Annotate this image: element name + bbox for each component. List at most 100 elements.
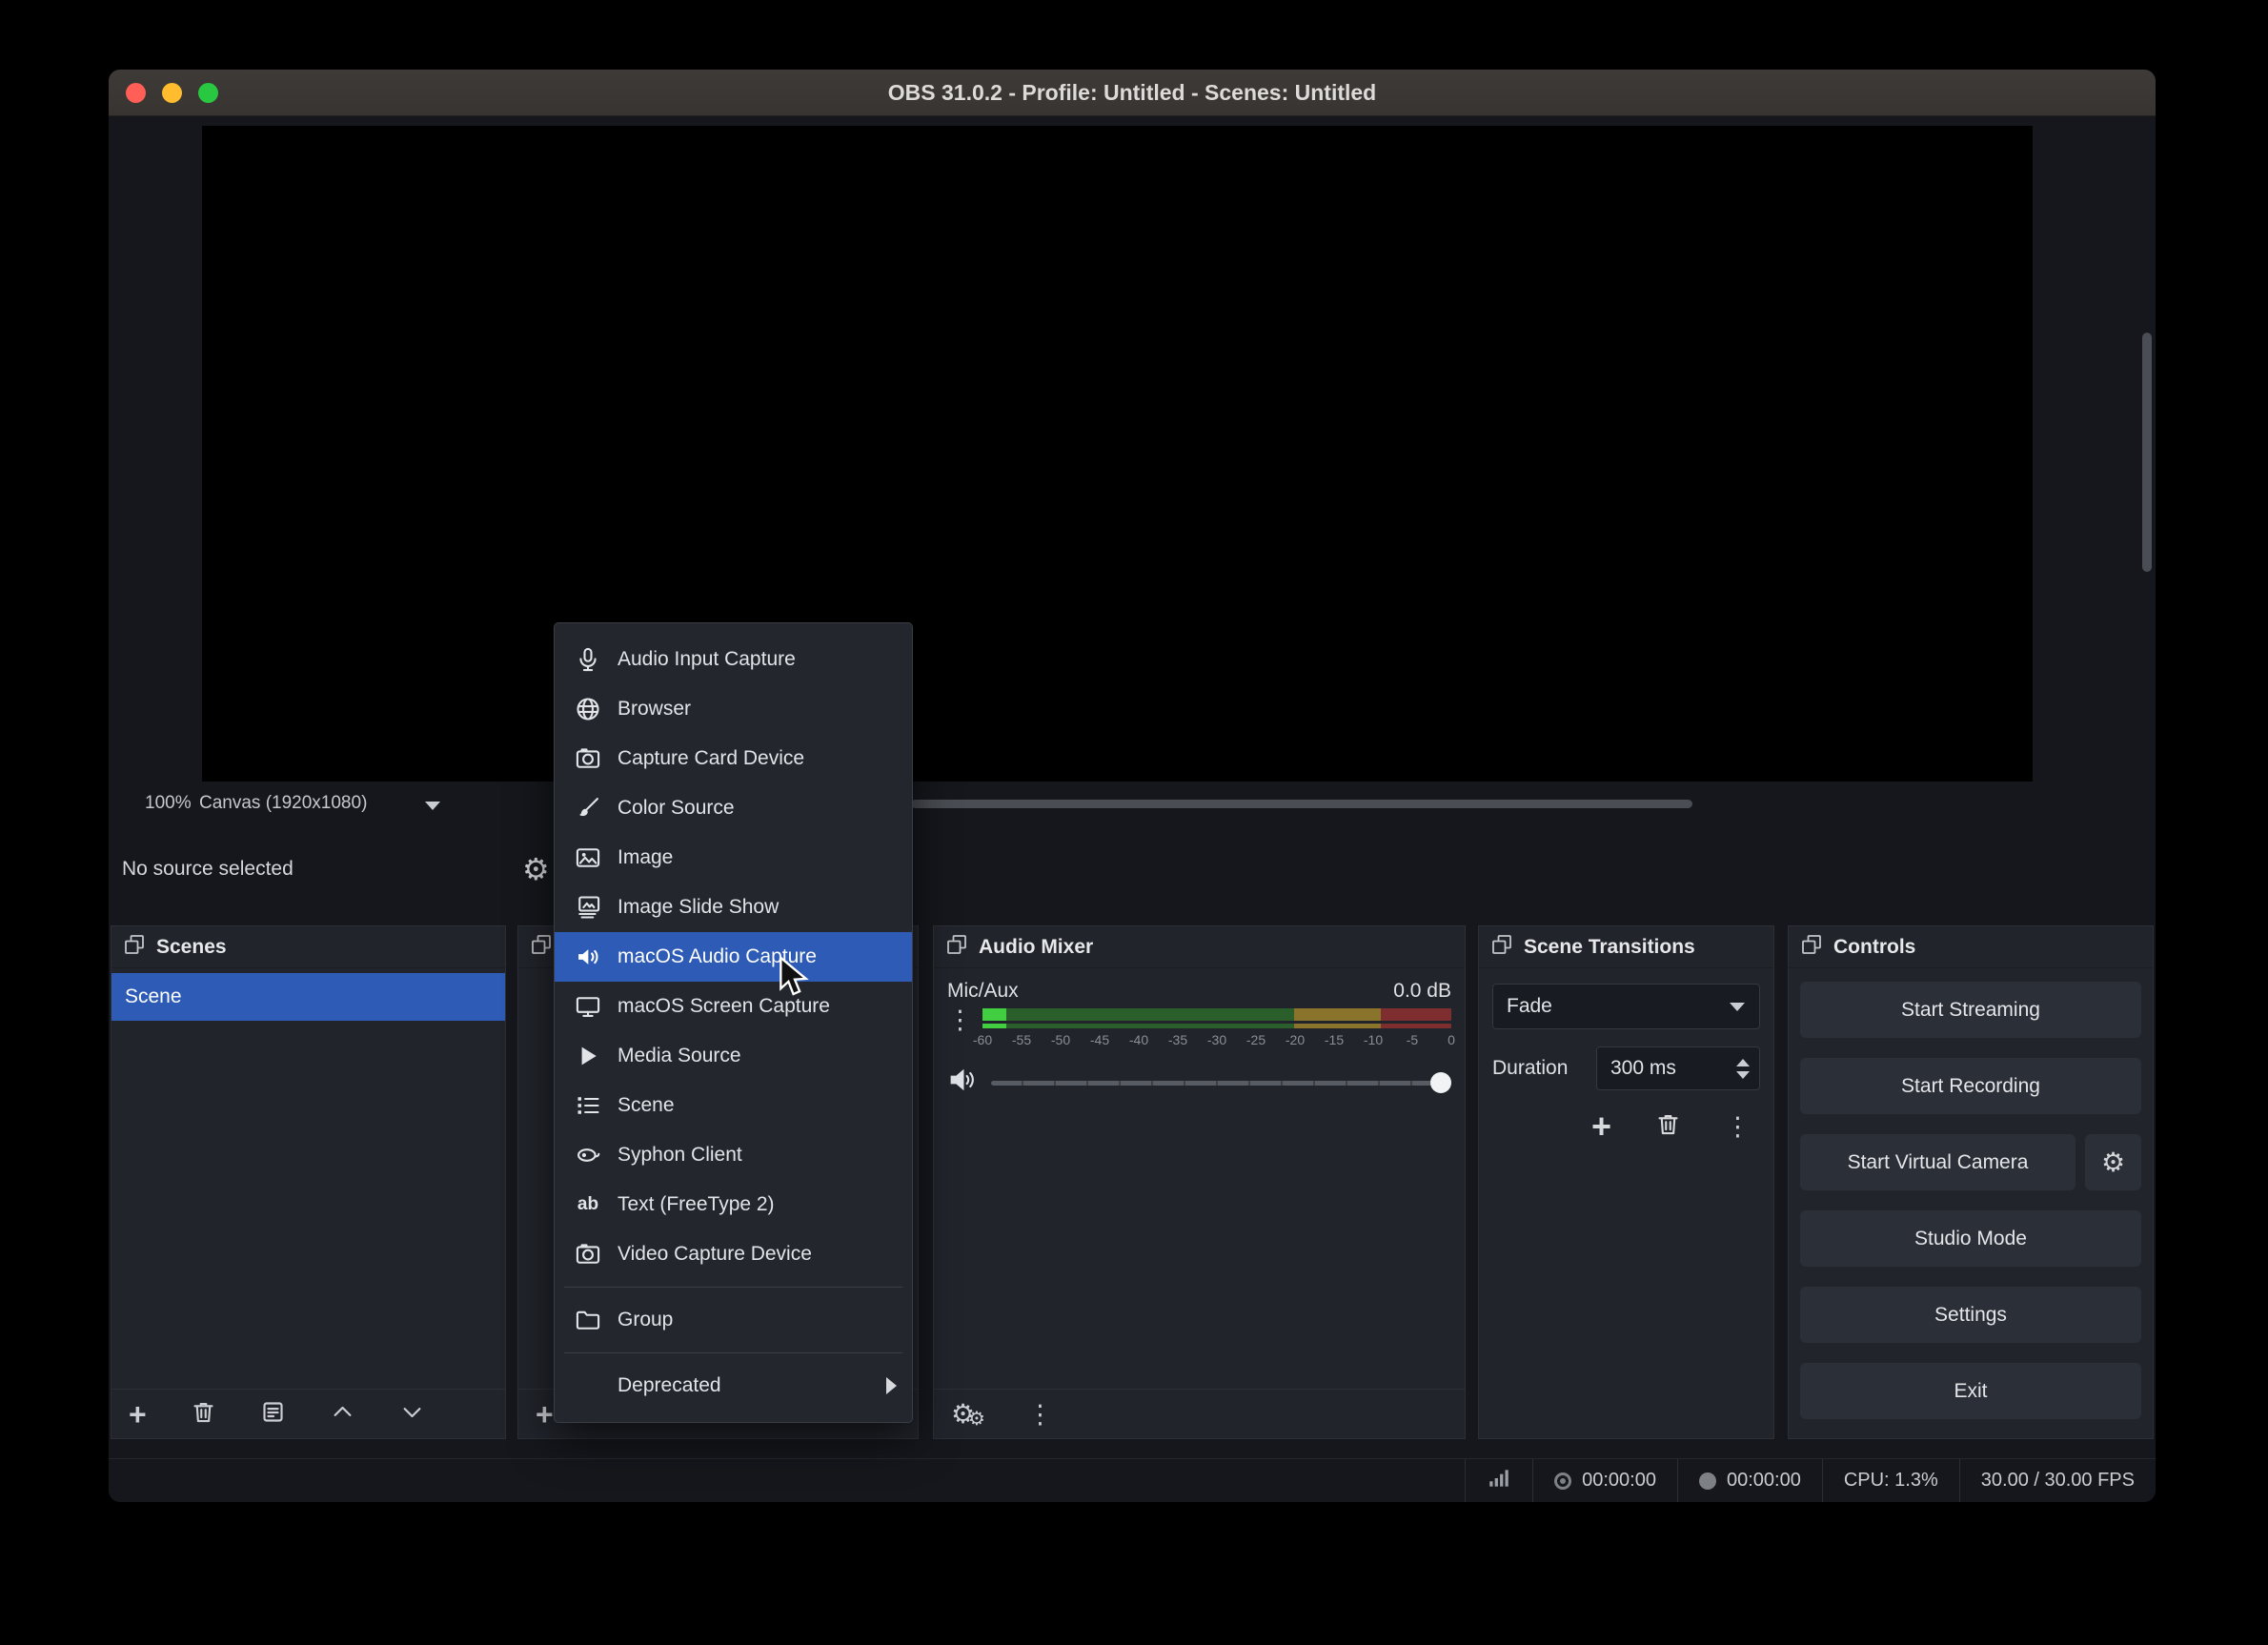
image-icon	[574, 843, 602, 872]
virtual-camera-settings-gear-icon[interactable]: ⚙	[2085, 1134, 2141, 1190]
fps-text: 30.00 / 30.00 FPS	[1981, 1470, 2135, 1492]
menu-item-image-slide-show[interactable]: Image Slide Show	[555, 883, 912, 932]
start-recording-button[interactable]: Start Recording	[1800, 1058, 2141, 1114]
canvas-size-selector[interactable]: Canvas (1920x1080)	[199, 793, 367, 814]
meter-active-level	[982, 1008, 1006, 1021]
dock-grip-icon	[530, 933, 553, 961]
scenes-header[interactable]: Scenes	[111, 926, 505, 968]
settings-button[interactable]: Settings	[1800, 1287, 2141, 1343]
scenes-toolbar: +	[111, 1389, 505, 1438]
mute-toggle-speaker-icon[interactable]	[947, 1065, 978, 1100]
menu-item-browser[interactable]: Browser	[555, 684, 912, 734]
menu-item-media-source[interactable]: Media Source	[555, 1031, 912, 1081]
exit-button[interactable]: Exit	[1800, 1363, 2141, 1419]
fps-indicator: 30.00 / 30.00 FPS	[1959, 1459, 2156, 1502]
volume-slider[interactable]	[991, 1071, 1451, 1094]
duration-spinbox[interactable]: 300 ms	[1596, 1046, 1760, 1090]
transition-menu-button[interactable]: ⋮	[1725, 1115, 1751, 1138]
zoom-button[interactable]	[198, 83, 218, 103]
stream-time: 00:00:00	[1582, 1470, 1656, 1492]
control-buttons: Start Streaming Start Recording Start Vi…	[1789, 968, 2153, 1432]
menu-item-macos-audio-capture[interactable]: macOS Audio Capture	[555, 932, 912, 982]
menu-item-syphon-client[interactable]: Syphon Client	[555, 1130, 912, 1180]
meter-tick: -20	[1286, 1032, 1305, 1047]
menu-item-audio-input-capture[interactable]: Audio Input Capture	[555, 635, 912, 684]
scene-transitions-title: Scene Transitions	[1524, 936, 1695, 959]
volume-slider-knob[interactable]	[1430, 1072, 1451, 1093]
remove-scene-button[interactable]	[191, 1399, 216, 1430]
menu-item-deprecated[interactable]: Deprecated	[555, 1361, 912, 1411]
folder-icon	[574, 1306, 602, 1334]
menu-item-color-source[interactable]: Color Source	[555, 783, 912, 833]
menu-item-label: Audio Input Capture	[618, 648, 796, 671]
minimize-button[interactable]	[162, 83, 182, 103]
meter-bar-left	[982, 1008, 1451, 1021]
menu-item-label: Media Source	[618, 1045, 741, 1067]
duration-row: Duration 300 ms	[1492, 1046, 1760, 1090]
move-scene-up-button[interactable]	[330, 1399, 355, 1430]
chevron-down-icon[interactable]	[425, 802, 440, 810]
preview-canvas[interactable]	[202, 126, 2033, 782]
remove-transition-button[interactable]	[1655, 1111, 1681, 1142]
volume-meter: -60 -55 -50 -45 -40 -35 -30 -25 -20 -15 …	[982, 1008, 1451, 1051]
duration-value: 300 ms	[1610, 1057, 1676, 1080]
cpu-usage: CPU: 1.3%	[1822, 1459, 1959, 1502]
no-source-label: No source selected	[122, 858, 294, 881]
meter-tick: -15	[1325, 1032, 1344, 1047]
start-virtual-camera-button[interactable]: Start Virtual Camera	[1800, 1134, 2076, 1190]
network-status	[1465, 1459, 1532, 1502]
mixer-menu-button[interactable]: ⋮	[1027, 1403, 1053, 1426]
preview-vertical-scrollbar[interactable]	[2142, 333, 2152, 572]
obs-window: OBS 31.0.2 - Profile: Untitled - Scenes:…	[109, 70, 2156, 1502]
controls-header[interactable]: Controls	[1789, 926, 2153, 968]
channel-level: 0.0 dB	[1393, 980, 1451, 1003]
dock-scene-transitions: Scene Transitions Fade Duration 300 ms	[1478, 925, 1774, 1439]
menu-item-label: Image Slide Show	[618, 896, 779, 919]
desktop: OBS 31.0.2 - Profile: Untitled - Scenes:…	[0, 0, 2268, 1645]
camera-icon	[574, 1240, 602, 1269]
menu-item-video-capture-device[interactable]: Video Capture Device	[555, 1229, 912, 1279]
volume-slider-track[interactable]	[991, 1081, 1451, 1086]
menu-item-macos-screen-capture[interactable]: macOS Screen Capture	[555, 982, 912, 1031]
scene-list-item[interactable]: Scene	[111, 973, 505, 1021]
mixer-meter-row: ⋮ -60 -55 -50 -45 -40 -35 -30 -25	[934, 1006, 1465, 1051]
channel-menu-button[interactable]: ⋮	[947, 1008, 973, 1051]
dock-grip-icon	[1800, 933, 1823, 961]
chevron-down-icon[interactable]	[1715, 985, 1759, 1028]
close-button[interactable]	[126, 83, 146, 103]
move-scene-down-button[interactable]	[399, 1399, 425, 1430]
add-transition-button[interactable]: +	[1591, 1114, 1611, 1139]
meter-tick: -30	[1207, 1032, 1226, 1047]
start-streaming-button[interactable]: Start Streaming	[1800, 982, 2141, 1038]
preview-horizontal-scrollbar[interactable]	[911, 800, 1692, 808]
signal-bars-icon	[1487, 1466, 1511, 1496]
menu-item-capture-card-device[interactable]: Capture Card Device	[555, 734, 912, 783]
menu-item-label: Syphon Client	[618, 1144, 742, 1167]
capture-card-icon	[574, 744, 602, 773]
stream-timer: 00:00:00	[1532, 1459, 1677, 1502]
audio-mixer-header[interactable]: Audio Mixer	[934, 926, 1465, 968]
scene-filters-button[interactable]	[260, 1399, 286, 1430]
transition-select[interactable]: Fade	[1492, 984, 1760, 1029]
advanced-audio-properties-icon[interactable]: ⚙ ⚙	[951, 1398, 989, 1431]
spinner-down-icon[interactable]	[1736, 1071, 1750, 1079]
spinner-up-icon[interactable]	[1736, 1059, 1750, 1066]
scene-list-icon	[574, 1091, 602, 1120]
titlebar[interactable]: OBS 31.0.2 - Profile: Untitled - Scenes:…	[109, 70, 2156, 116]
menu-item-group[interactable]: Group	[555, 1295, 912, 1345]
menu-item-image[interactable]: Image	[555, 833, 912, 883]
menu-item-label: Capture Card Device	[618, 747, 804, 770]
add-source-button[interactable]: +	[536, 1402, 554, 1427]
menu-item-text-freetype2[interactable]: ab Text (FreeType 2)	[555, 1180, 912, 1229]
dock-grip-icon	[945, 933, 968, 961]
menu-item-scene[interactable]: Scene	[555, 1081, 912, 1130]
scene-transitions-header[interactable]: Scene Transitions	[1479, 926, 1773, 968]
add-scene-button[interactable]: +	[129, 1402, 147, 1427]
studio-mode-button[interactable]: Studio Mode	[1800, 1210, 2141, 1267]
gear-icon[interactable]: ⚙	[522, 852, 550, 886]
meter-bar-right	[982, 1024, 1451, 1028]
meter-active-level	[982, 1024, 1006, 1028]
play-icon	[574, 1042, 602, 1070]
globe-icon	[574, 695, 602, 723]
meter-tick-labels: -60 -55 -50 -45 -40 -35 -30 -25 -20 -15 …	[982, 1030, 1451, 1051]
